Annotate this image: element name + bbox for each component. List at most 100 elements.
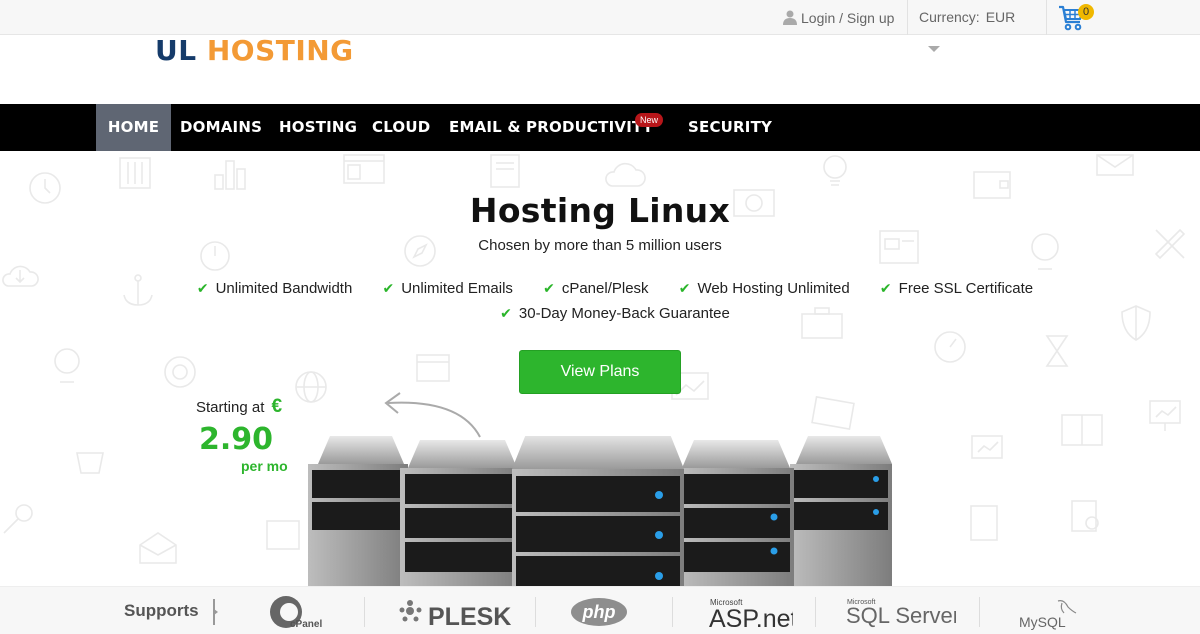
bar-chart-icon bbox=[214, 160, 246, 190]
top-utility-bar: Login / Sign up Currency: EUR 0 bbox=[0, 0, 1200, 35]
chart-board-icon bbox=[971, 435, 1003, 459]
feature-item: ✔ 30-Day Money-Back Guarantee bbox=[500, 301, 730, 326]
check-icon: ✔ bbox=[500, 305, 512, 321]
cloud-download-icon bbox=[2, 265, 39, 287]
cart-button[interactable]: 0 bbox=[1058, 4, 1094, 32]
hero-subtitle: Chosen by more than 5 million users bbox=[478, 237, 722, 254]
divider bbox=[672, 597, 673, 627]
cpanel-icon: cPanel bbox=[270, 596, 322, 630]
browser-icon bbox=[343, 154, 385, 184]
dropdown-caret-icon[interactable] bbox=[928, 46, 940, 52]
cpanel-logo: cPanel bbox=[268, 587, 332, 634]
logo-part-hosting: HOSTING bbox=[206, 34, 354, 67]
aspnet-icon: Microsoft ASP.net bbox=[709, 598, 798, 633]
price-period: per mo bbox=[241, 458, 288, 474]
mysql-logo: MySQL bbox=[1018, 587, 1080, 634]
servers-illustration bbox=[308, 436, 892, 586]
nav-label: SECURITY bbox=[688, 118, 773, 136]
file-icon bbox=[970, 505, 998, 541]
cloud-icon bbox=[605, 162, 646, 187]
picture-icon bbox=[266, 520, 300, 550]
plesk-logo: PLESK bbox=[396, 587, 512, 634]
feature-label: Unlimited Emails bbox=[401, 280, 513, 297]
document-icon bbox=[490, 154, 520, 188]
view-plans-button[interactable]: View Plans bbox=[519, 350, 681, 394]
nav-item-email-productivity[interactable]: EMAIL & PRODUCTIVITY bbox=[449, 104, 653, 151]
hero-section: Hosting Linux Chosen by more than 5 mill… bbox=[0, 151, 1200, 586]
nav-item-home[interactable]: HOME bbox=[96, 104, 171, 151]
check-icon: ✔ bbox=[678, 280, 691, 296]
feature-label: 30-Day Money-Back Guarantee bbox=[518, 305, 730, 322]
feature-item: ✔ Free SSL Certificate bbox=[880, 276, 1033, 301]
divider bbox=[1046, 0, 1047, 35]
starting-text: Starting at bbox=[196, 399, 265, 416]
caret-right-icon bbox=[213, 599, 218, 625]
nav-label: HOME bbox=[107, 118, 160, 136]
hourglass-icon bbox=[1045, 335, 1069, 367]
mysql-icon: MySQL bbox=[1019, 600, 1077, 630]
logo-part-ul: UL bbox=[155, 34, 197, 67]
check-icon: ✔ bbox=[196, 280, 209, 296]
divider bbox=[907, 0, 908, 35]
supports-bar: Supports cPanel PLESK php Microsoft ASP.… bbox=[0, 586, 1200, 634]
nav-item-hosting[interactable]: HOSTING bbox=[279, 104, 357, 151]
nav-label: DOMAINS bbox=[180, 118, 263, 136]
check-icon: ✔ bbox=[879, 280, 892, 296]
nav-item-security[interactable]: SECURITY bbox=[688, 104, 772, 151]
shield-icon bbox=[1121, 305, 1151, 341]
aperture-icon bbox=[164, 356, 196, 388]
equalizer-icon bbox=[119, 157, 151, 189]
php-logo: php bbox=[570, 587, 630, 634]
cart-count-badge: 0 bbox=[1078, 4, 1094, 20]
speedometer-icon bbox=[934, 331, 966, 363]
page-title: Hosting Linux bbox=[469, 191, 731, 230]
currency-value: EUR bbox=[985, 9, 1016, 25]
svg-text:ASP.net: ASP.net bbox=[709, 605, 793, 633]
supports-label: Supports bbox=[124, 601, 199, 620]
feature-item: ✔ Web Hosting Unlimited bbox=[679, 276, 850, 301]
envelope-open-icon bbox=[139, 532, 177, 564]
main-navigation: HOME DOMAINS HOSTING CLOUD EMAIL & PRODU… bbox=[0, 104, 1200, 151]
divider bbox=[364, 597, 365, 627]
feature-label: cPanel/Plesk bbox=[561, 280, 649, 297]
key-icon bbox=[3, 504, 33, 534]
svg-text:php: php bbox=[582, 602, 616, 622]
currency-selector[interactable]: Currency: EUR bbox=[919, 0, 1015, 35]
site-logo[interactable]: UL HOSTING bbox=[155, 34, 354, 67]
feature-item: ✔ cPanel/Plesk bbox=[543, 276, 648, 301]
basket-icon bbox=[76, 452, 104, 474]
svg-text:PLESK: PLESK bbox=[428, 603, 511, 631]
currency-label: Currency: bbox=[919, 9, 980, 25]
svg-text:SQL Server: SQL Server bbox=[846, 603, 956, 628]
divider bbox=[535, 597, 536, 627]
divider bbox=[979, 597, 980, 627]
nav-label: CLOUD bbox=[372, 118, 431, 136]
login-label: Login / Sign up bbox=[801, 9, 895, 26]
svg-text:MySQL: MySQL bbox=[1019, 614, 1066, 630]
euro-icon: € bbox=[271, 396, 283, 417]
calendar-icon bbox=[416, 354, 450, 382]
plesk-icon: PLESK bbox=[399, 600, 511, 631]
nav-item-cloud[interactable]: CLOUD bbox=[372, 104, 430, 151]
check-icon: ✔ bbox=[382, 280, 395, 296]
divider bbox=[815, 597, 816, 627]
sql-server-icon: Microsoft SQL Server bbox=[846, 599, 960, 628]
new-badge: New bbox=[635, 113, 664, 127]
aspnet-logo: Microsoft ASP.net bbox=[709, 587, 798, 634]
nav-label: EMAIL & PRODUCTIVITY bbox=[449, 118, 654, 136]
feature-label: Free SSL Certificate bbox=[898, 280, 1034, 297]
starting-at-label: Starting at € bbox=[196, 396, 282, 418]
svg-text:cPanel: cPanel bbox=[290, 619, 322, 630]
nav-item-domains[interactable]: DOMAINS bbox=[180, 104, 262, 151]
globe-icon bbox=[54, 348, 80, 383]
book-icon bbox=[1061, 414, 1103, 446]
monitor-icon bbox=[811, 396, 855, 431]
login-signup-link[interactable]: Login / Sign up bbox=[783, 0, 894, 35]
lightbulb-icon bbox=[823, 155, 847, 186]
sql-server-logo: Microsoft SQL Server bbox=[846, 587, 960, 634]
document-search-icon bbox=[1071, 500, 1099, 532]
feature-item: ✔ Unlimited Emails bbox=[382, 276, 512, 301]
price-value: 2.90 bbox=[199, 422, 274, 457]
envelope-icon bbox=[1096, 154, 1134, 176]
user-icon bbox=[783, 10, 797, 25]
